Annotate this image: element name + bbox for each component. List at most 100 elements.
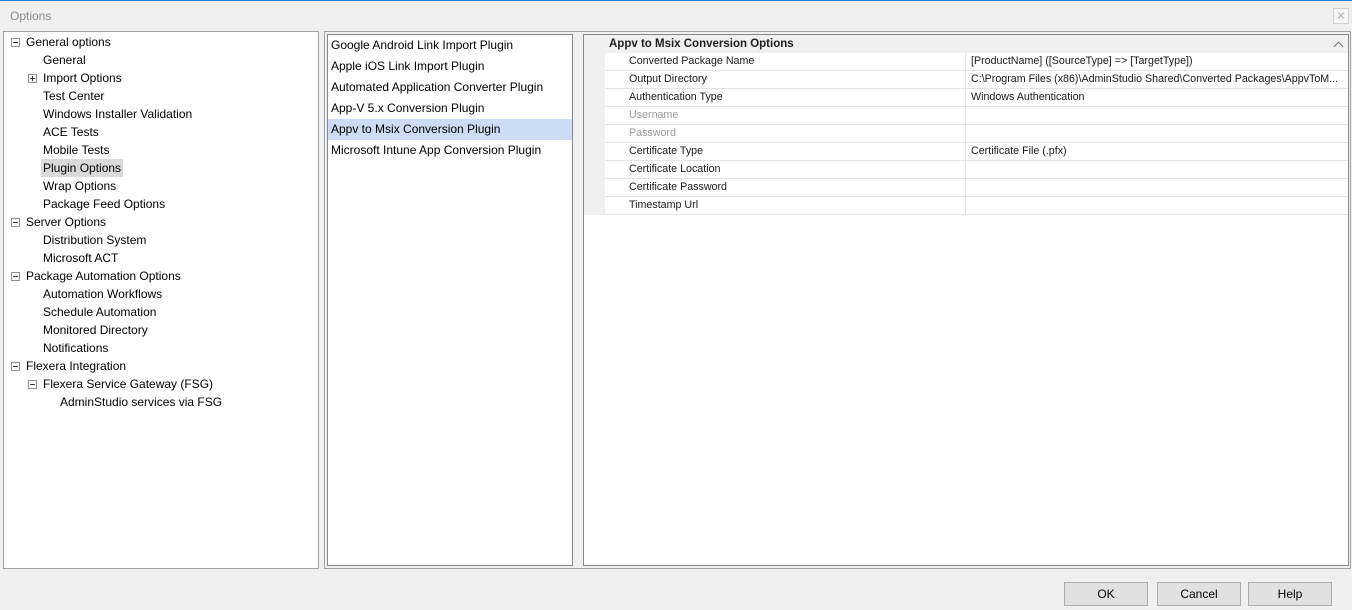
collapse-icon[interactable]: [11, 38, 20, 47]
tree-node-label: Automation Workflows: [43, 287, 163, 301]
tree-node-monitored-directory[interactable]: Monitored Directory: [4, 321, 318, 339]
plugin-list: Google Android Link Import Plugin Apple …: [327, 34, 573, 566]
options-tree: General options General Import Options T…: [3, 31, 319, 569]
property-row-authentication-type[interactable]: Authentication Type Windows Authenticati…: [584, 89, 1348, 107]
property-row-username[interactable]: Username: [584, 107, 1348, 125]
property-value[interactable]: [966, 179, 1348, 197]
tree-node-general[interactable]: General: [4, 51, 318, 69]
tree-node-label: Package Automation Options: [26, 269, 181, 283]
tree-node-label: Monitored Directory: [43, 323, 148, 337]
chevron-up-icon[interactable]: [1333, 39, 1343, 49]
tree-node-automation-workflows[interactable]: Automation Workflows: [4, 285, 318, 303]
tree-node-label: Distribution System: [43, 233, 147, 247]
tree-node-package-automation-options[interactable]: Package Automation Options: [4, 267, 318, 285]
cancel-button[interactable]: Cancel: [1157, 582, 1241, 606]
tree-node-import-options[interactable]: Import Options: [4, 69, 318, 87]
property-row-password[interactable]: Password: [584, 125, 1348, 143]
property-name-disabled[interactable]: Username: [605, 107, 966, 125]
property-row-output-directory[interactable]: Output Directory C:\Program Files (x86)\…: [584, 71, 1348, 89]
property-name[interactable]: Timestamp Url: [605, 197, 966, 215]
tree-node-flexera-service-gateway[interactable]: Flexera Service Gateway (FSG): [4, 375, 318, 393]
property-row-converted-package-name[interactable]: Converted Package Name [ProductName] ([S…: [584, 53, 1348, 71]
tree-node-flexera-integration[interactable]: Flexera Integration: [4, 357, 318, 375]
tree-node-plugin-options[interactable]: Plugin Options: [4, 159, 318, 177]
plugin-item-google-android-link-import[interactable]: Google Android Link Import Plugin: [328, 35, 572, 56]
tree-node-adminstudio-services-via-fsg[interactable]: AdminStudio services via FSG: [4, 393, 318, 411]
property-value[interactable]: [966, 197, 1348, 215]
tree-node-label: Flexera Service Gateway (FSG): [43, 377, 214, 391]
tree-node-distribution-system[interactable]: Distribution System: [4, 231, 318, 249]
tree-node-windows-installer-validation[interactable]: Windows Installer Validation: [4, 105, 318, 123]
property-row-gutter: [584, 179, 605, 197]
property-value[interactable]: [ProductName] ([SourceType] => [TargetTy…: [966, 53, 1348, 71]
property-value[interactable]: Windows Authentication: [966, 89, 1348, 107]
property-value-disabled: [966, 125, 1348, 143]
ok-button[interactable]: OK: [1064, 582, 1148, 606]
plugin-item-appv-to-msix-conversion[interactable]: Appv to Msix Conversion Plugin: [328, 119, 572, 140]
help-button[interactable]: Help: [1248, 582, 1332, 606]
tree-node-server-options[interactable]: Server Options: [4, 213, 318, 231]
tree-node-label: General options: [26, 35, 111, 49]
property-row-certificate-location[interactable]: Certificate Location: [584, 161, 1348, 179]
property-name[interactable]: Certificate Location: [605, 161, 966, 179]
tree-node-label: General: [43, 53, 86, 67]
property-row-gutter: [584, 71, 605, 89]
property-category-header[interactable]: Appv to Msix Conversion Options: [584, 35, 1348, 53]
property-value[interactable]: C:\Program Files (x86)\AdminStudio Share…: [966, 71, 1348, 89]
tree-node-microsoft-act[interactable]: Microsoft ACT: [4, 249, 318, 267]
tree-node-label: Notifications: [43, 341, 109, 355]
property-row-timestamp-url[interactable]: Timestamp Url: [584, 197, 1348, 215]
plugin-item-microsoft-intune-app-conversion[interactable]: Microsoft Intune App Conversion Plugin: [328, 140, 572, 161]
tree-node-label-selected: Plugin Options: [41, 159, 124, 177]
plugin-item-appv5-conversion[interactable]: App-V 5.x Conversion Plugin: [328, 98, 572, 119]
tree-node-ace-tests[interactable]: ACE Tests: [4, 123, 318, 141]
property-row-gutter: [584, 107, 605, 125]
plugin-item-automated-application-converter[interactable]: Automated Application Converter Plugin: [328, 77, 572, 98]
property-value[interactable]: Certificate File (.pfx): [966, 143, 1348, 161]
tree-node-label: Server Options: [26, 215, 107, 229]
property-value-disabled: [966, 107, 1348, 125]
tree-node-label: Wrap Options: [43, 179, 117, 193]
tree-node-label: AdminStudio services via FSG: [60, 395, 223, 409]
tree-node-label: Schedule Automation: [43, 305, 157, 319]
property-row-certificate-password[interactable]: Certificate Password: [584, 179, 1348, 197]
plugin-item-apple-ios-link-import[interactable]: Apple iOS Link Import Plugin: [328, 56, 572, 77]
tree-node-test-center[interactable]: Test Center: [4, 87, 318, 105]
tree-node-package-feed-options[interactable]: Package Feed Options: [4, 195, 318, 213]
property-name-disabled[interactable]: Password: [605, 125, 966, 143]
tree-node-label: Package Feed Options: [43, 197, 166, 211]
close-button[interactable]: [1333, 8, 1349, 24]
property-name[interactable]: Certificate Type: [605, 143, 966, 161]
collapse-icon[interactable]: [11, 218, 20, 227]
property-row-gutter: [584, 89, 605, 107]
property-category-title: Appv to Msix Conversion Options: [609, 38, 794, 50]
property-name[interactable]: Authentication Type: [605, 89, 966, 107]
title-bar: Options: [0, 1, 1352, 31]
plugin-options-pane: Google Android Link Import Plugin Apple …: [324, 31, 1351, 569]
tree-node-wrap-options[interactable]: Wrap Options: [4, 177, 318, 195]
tree-node-label: Mobile Tests: [43, 143, 110, 157]
tree-node-schedule-automation[interactable]: Schedule Automation: [4, 303, 318, 321]
tree-node-general-options[interactable]: General options: [4, 33, 318, 51]
property-name[interactable]: Converted Package Name: [605, 53, 966, 71]
tree-node-label: ACE Tests: [43, 125, 99, 139]
collapse-icon[interactable]: [28, 380, 37, 389]
close-icon: [1334, 9, 1348, 23]
property-row-certificate-type[interactable]: Certificate Type Certificate File (.pfx): [584, 143, 1348, 161]
expand-icon[interactable]: [28, 74, 37, 83]
property-name[interactable]: Output Directory: [605, 71, 966, 89]
property-grid: Appv to Msix Conversion Options Converte…: [583, 34, 1349, 566]
tree-node-notifications[interactable]: Notifications: [4, 339, 318, 357]
tree-node-label: Import Options: [43, 71, 122, 85]
collapse-icon[interactable]: [11, 272, 20, 281]
tree-node-mobile-tests[interactable]: Mobile Tests: [4, 141, 318, 159]
property-row-gutter: [584, 197, 605, 215]
property-value[interactable]: [966, 161, 1348, 179]
property-row-gutter: [584, 143, 605, 161]
collapse-icon[interactable]: [11, 362, 20, 371]
tree-node-label: Windows Installer Validation: [43, 107, 193, 121]
window-title: Options: [10, 9, 52, 23]
tree-node-label: Microsoft ACT: [43, 251, 119, 265]
property-name[interactable]: Certificate Password: [605, 179, 966, 197]
tree-node-label: Flexera Integration: [26, 359, 127, 373]
